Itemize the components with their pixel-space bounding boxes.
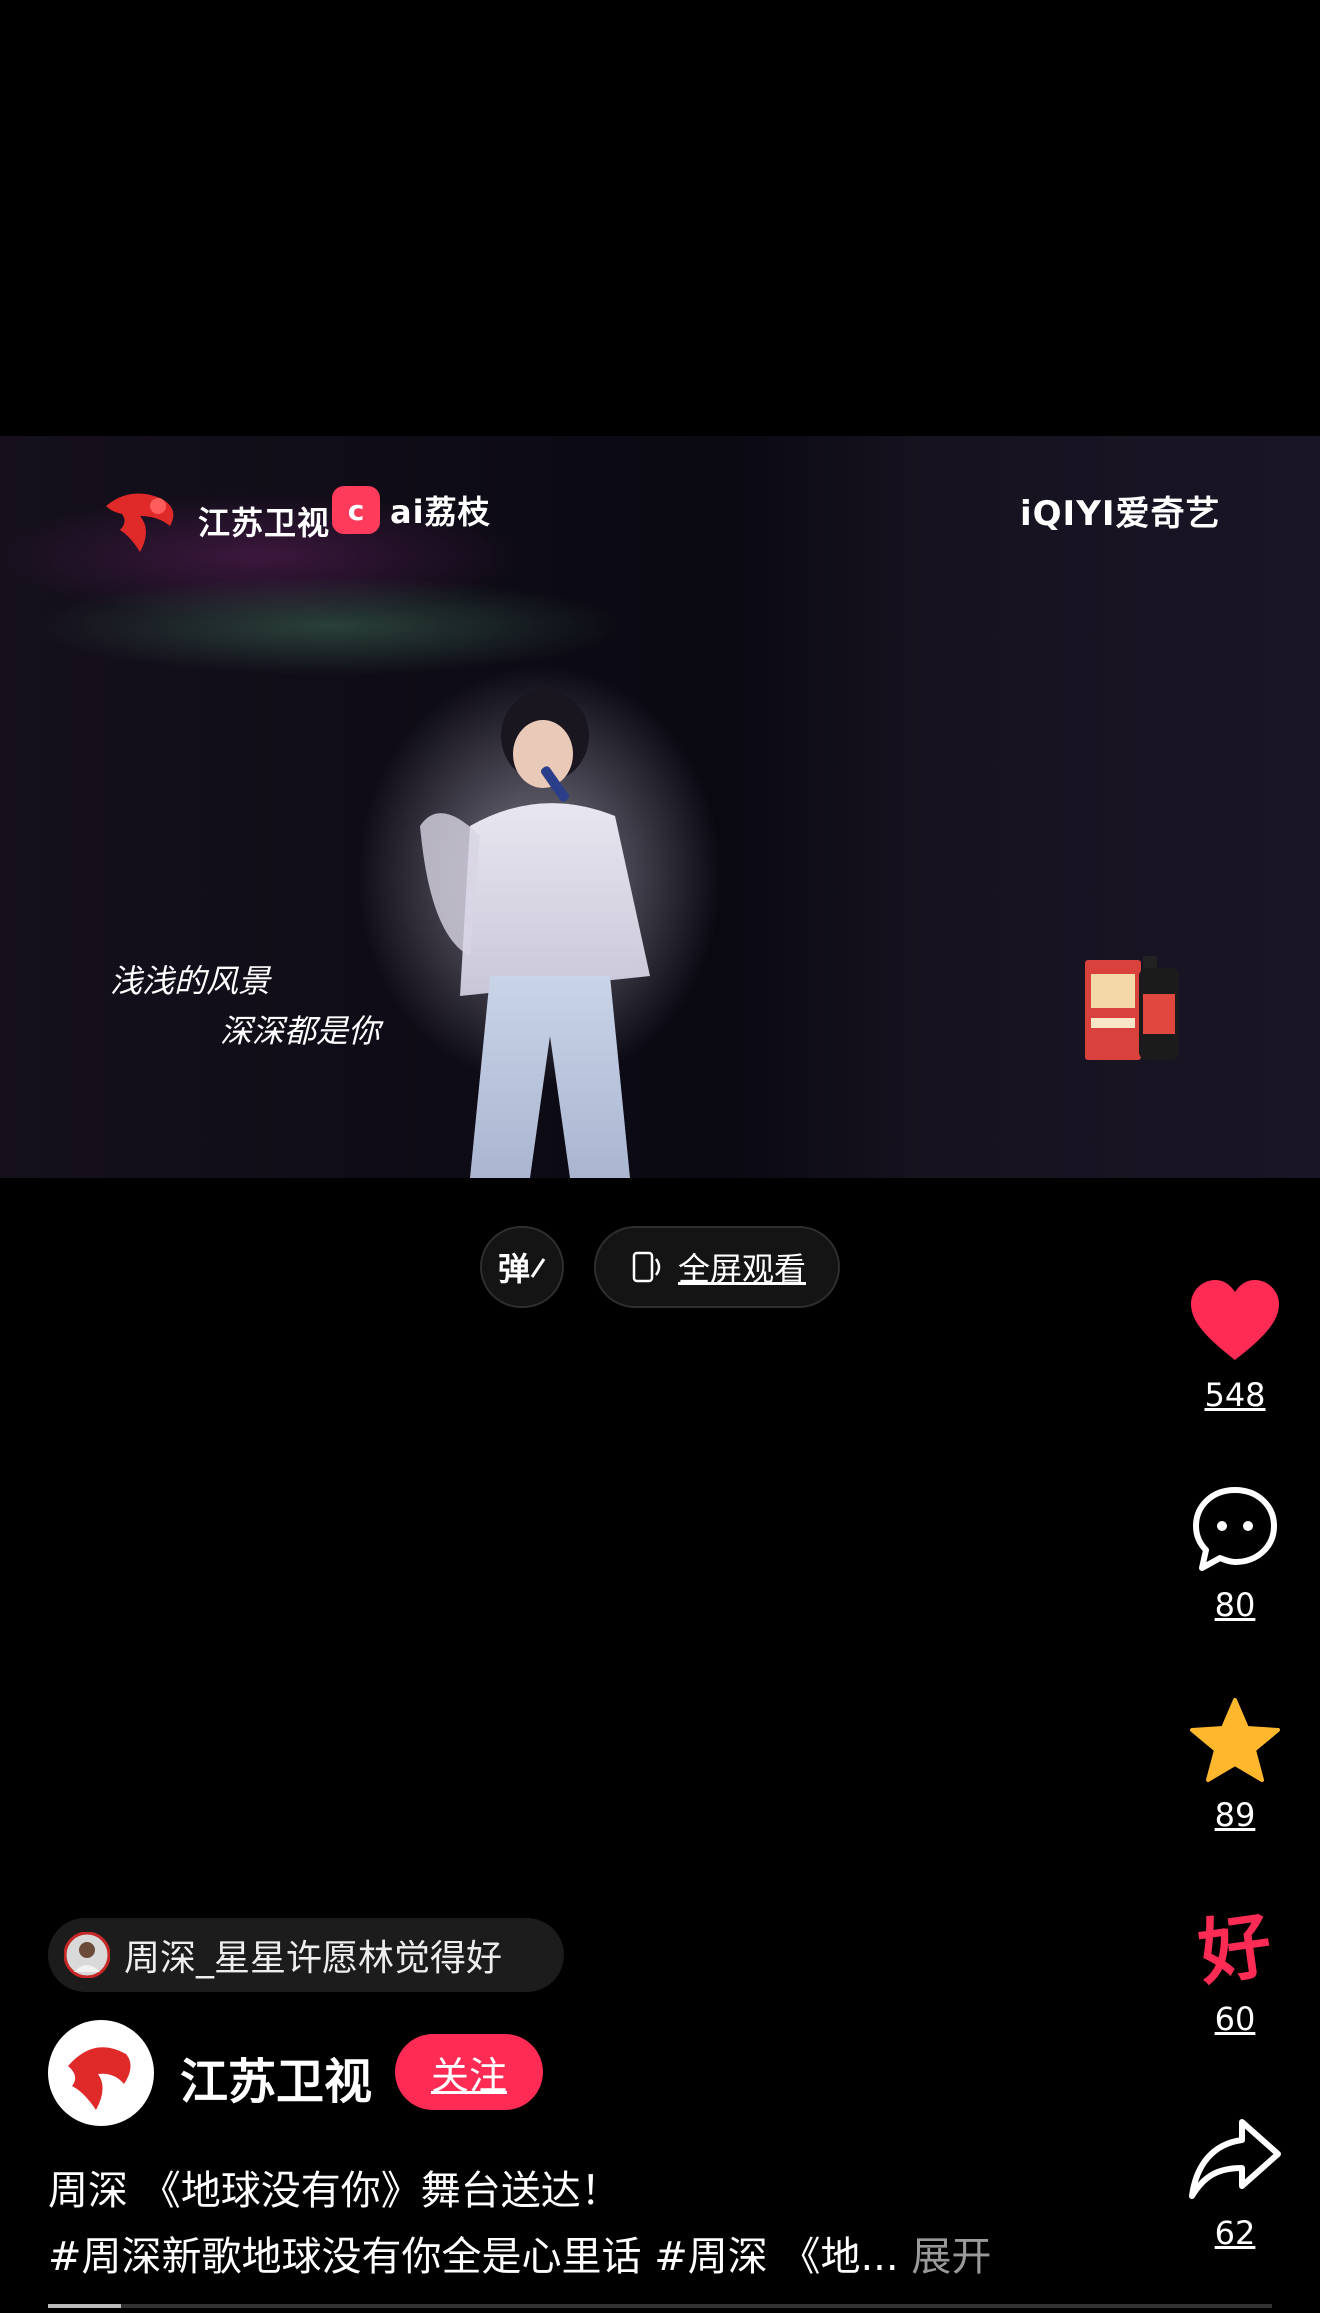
share-arrow-icon bbox=[1189, 2119, 1281, 2199]
danmu-toggle-button[interactable]: 弹 bbox=[480, 1226, 564, 1308]
post-title: 周深 《地球没有你》舞台送达！ bbox=[48, 2168, 621, 2214]
good-rating-button[interactable]: 好 60 bbox=[1180, 1902, 1290, 2038]
channel-logo: 江苏卫视 bbox=[100, 486, 330, 556]
video-player[interactable]: 江苏卫视 c ai荔枝 iQIYI爱奇艺 浅浅的风景 深深都是你 bbox=[0, 436, 1320, 1178]
hashtag-text[interactable]: #周深新歌地球没有你全是心里话 #周深 《地... bbox=[48, 2234, 899, 2280]
partner-logo: c ai荔枝 bbox=[332, 486, 491, 534]
fullscreen-label: 全屏观看 bbox=[677, 1250, 806, 1288]
favorite-button[interactable]: 89 bbox=[1180, 1696, 1290, 1834]
fullscreen-button[interactable]: 全屏观看 bbox=[594, 1226, 840, 1308]
account-avatar[interactable] bbox=[48, 2020, 154, 2126]
star-icon bbox=[1190, 1698, 1280, 1782]
lyric-line-1: 浅浅的风景 bbox=[110, 962, 271, 1000]
account-name[interactable]: 江苏卫视 bbox=[180, 2042, 372, 2112]
favorite-count: 89 bbox=[1214, 1796, 1256, 1834]
sponsor-product-image bbox=[1085, 956, 1179, 1060]
related-user-name: 周深_星星许愿林觉得好 bbox=[124, 1938, 503, 1979]
platform-logo-text: iQIYI爱奇艺 bbox=[1020, 494, 1221, 534]
video-progress-fill bbox=[48, 2304, 122, 2308]
danmu-label: 弹 bbox=[497, 1250, 530, 1288]
user-avatar-small bbox=[64, 1932, 110, 1978]
danmu-slash-icon bbox=[530, 1258, 546, 1278]
post-hashtags[interactable]: #周深新歌地球没有你全是心里话 #周深 《地... 展开 bbox=[48, 2224, 991, 2282]
like-count: 548 bbox=[1204, 1376, 1266, 1414]
lizhi-logo-icon: c bbox=[332, 486, 380, 534]
follow-label: 关注 bbox=[430, 2053, 507, 2098]
good-badge-icon: 好 bbox=[1193, 1902, 1277, 1996]
like-button[interactable]: 548 bbox=[1180, 1278, 1290, 1414]
singer-figure bbox=[420, 690, 650, 1178]
rotate-screen-icon bbox=[632, 1251, 661, 1283]
good-count: 60 bbox=[1214, 2000, 1256, 2038]
platform-logo: iQIYI爱奇艺 bbox=[1020, 486, 1220, 535]
jiangsu-tv-logo-icon bbox=[106, 493, 174, 552]
share-button[interactable]: 62 bbox=[1180, 2116, 1290, 2252]
heart-icon bbox=[1191, 1280, 1279, 1360]
comment-button[interactable]: 80 bbox=[1180, 1484, 1290, 1624]
channel-logo-text: 江苏卫视 bbox=[198, 504, 331, 542]
partner-logo-text: ai荔枝 bbox=[390, 493, 491, 531]
lyric-line-2: 深深都是你 bbox=[220, 1012, 381, 1050]
comment-bubble-icon bbox=[1193, 1487, 1277, 1571]
follow-button[interactable]: 关注 bbox=[395, 2034, 543, 2110]
related-user-chip[interactable]: 周深_星星许愿林觉得好 bbox=[48, 1918, 564, 1992]
video-progress-bar[interactable] bbox=[48, 2304, 1272, 2308]
jiangsu-tv-avatar-icon bbox=[55, 2027, 147, 2119]
lyrics-overlay: 浅浅的风景 深深都是你 bbox=[110, 956, 380, 1052]
share-count: 62 bbox=[1214, 2214, 1256, 2252]
expand-link[interactable]: 展开 bbox=[911, 2234, 991, 2280]
comment-count: 80 bbox=[1214, 1586, 1256, 1624]
